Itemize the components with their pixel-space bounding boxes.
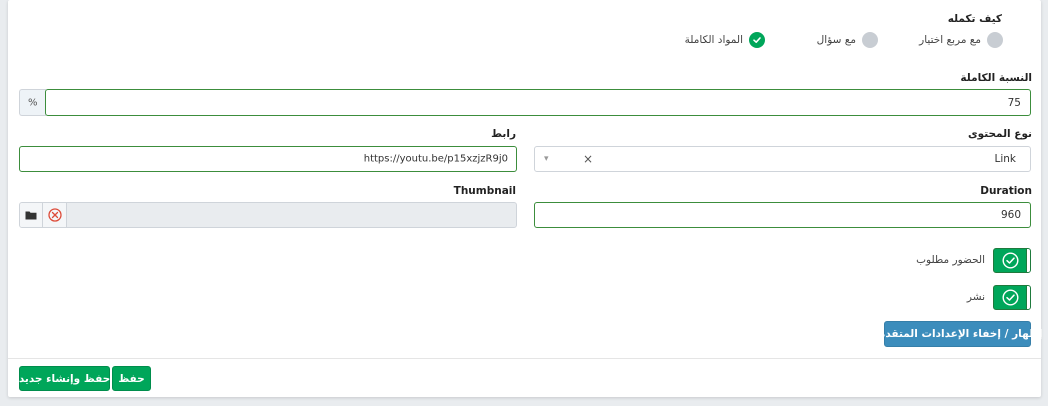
footer-divider	[8, 358, 1041, 359]
attendance-required-toggle[interactable]	[993, 248, 1031, 273]
link-label: رابط	[491, 128, 516, 140]
completion-title: كيف تكمله	[947, 13, 1002, 25]
completion-option-label: المواد الكاملة	[684, 34, 743, 46]
percentage-value: 75	[1007, 96, 1021, 109]
lesson-form-card: كيف تكمله مع مربع اختيار مع سؤال المواد …	[8, 0, 1043, 397]
completion-option-checkbox[interactable]: مع مربع اختيار	[919, 31, 1003, 49]
radio-unchecked-icon	[987, 32, 1003, 48]
save-button[interactable]: حفظ	[112, 366, 151, 391]
content-type-value: Link	[994, 153, 1016, 165]
folder-icon[interactable]	[20, 203, 43, 227]
thumbnail-input-group	[19, 202, 517, 228]
remove-icon[interactable]	[43, 203, 67, 227]
link-input[interactable]: https://youtu.be/p15xzjzR9j0	[19, 146, 517, 172]
attendance-required-label: الحضور مطلوب	[916, 254, 985, 266]
percentage-addon: %	[19, 89, 46, 116]
percentage-input[interactable]: 75	[45, 89, 1031, 116]
check-circle-icon	[749, 32, 765, 48]
radio-unchecked-icon	[862, 32, 878, 48]
completion-option-label: مع سؤال	[816, 34, 856, 46]
link-value: https://youtu.be/p15xzjzR9j0	[363, 153, 508, 165]
percentage-label: النسبة الكاملة	[960, 72, 1032, 84]
duration-input[interactable]: 960	[534, 202, 1031, 228]
publish-toggle[interactable]	[993, 285, 1031, 310]
check-circle-icon	[1002, 289, 1019, 306]
duration-value: 960	[1000, 209, 1021, 221]
thumbnail-label: Thumbnail	[453, 185, 516, 197]
content-type-select[interactable]: Link × ▾	[534, 146, 1031, 172]
chevron-down-icon[interactable]: ▾	[544, 154, 549, 164]
save-and-new-button[interactable]: حفظ وإنشاء جديد	[19, 366, 110, 391]
toggle-advanced-settings-button[interactable]: إظهار / إخفاء الإعدادات المتقدمة	[872, 321, 1043, 347]
check-circle-icon	[1002, 252, 1019, 269]
clear-icon[interactable]: ×	[583, 152, 593, 166]
completion-option-label: مع مربع اختيار	[919, 34, 981, 46]
completion-option-question[interactable]: مع سؤال	[817, 31, 878, 49]
completion-option-full-material[interactable]: المواد الكاملة	[685, 31, 765, 49]
publish-label: نشر	[966, 291, 985, 303]
content-type-label: نوع المحتوى	[968, 128, 1032, 140]
duration-label: Duration	[980, 185, 1032, 197]
